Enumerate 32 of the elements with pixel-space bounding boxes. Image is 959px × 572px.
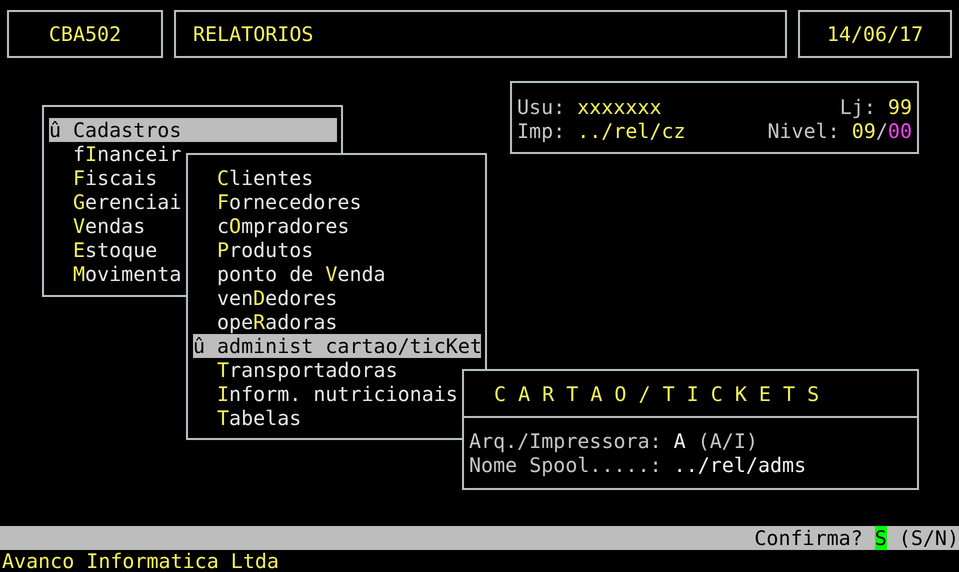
submenu-item[interactable]: Produtos [193, 238, 314, 262]
submenu-item[interactable]: Tabelas [193, 406, 302, 430]
submenu-item[interactable]: opeRadoras [193, 310, 338, 334]
menu-item[interactable]: Gerenciai [49, 190, 182, 214]
menu-item[interactable]: û Cadastros [49, 118, 337, 142]
confirm-options: (S/N) [898, 526, 959, 550]
company-name: Avanco Informatica Ltda [2, 549, 279, 572]
printer-field: Imp: ../rel/cz [517, 119, 686, 143]
menu-item[interactable]: fInanceir [49, 142, 182, 166]
program-code: CBA502 [48, 22, 122, 46]
screen-title: RELATORIOS [193, 22, 314, 46]
dialog-title: C A R T A O / T I C K E T S [494, 382, 820, 406]
submenu-item[interactable]: Inform. nutricionais [193, 382, 458, 406]
submenu-item[interactable]: Transportadoras [193, 358, 398, 382]
level-field: Nivel: 09/00 [767, 119, 912, 143]
submenu-item[interactable]: û administ cartao/ticKet [193, 334, 481, 358]
submenu-item[interactable]: cOmpradores [193, 214, 350, 238]
submenu-item[interactable]: Clientes [193, 166, 314, 190]
menu-item[interactable]: Fiscais [49, 166, 158, 190]
store-field: Lj: 99 [840, 95, 912, 119]
form-field: Arq./Impressora: A (A/I) [469, 429, 917, 453]
submenu-item[interactable]: Fornecedores [193, 190, 362, 214]
menu-item[interactable]: Estoque [49, 238, 158, 262]
confirm-answer-field[interactable]: S [874, 526, 887, 550]
submenu-item[interactable]: ponto de Venda [193, 262, 386, 286]
confirm-prompt: Confirma? [754, 526, 863, 550]
form-field: Nome Spool.....: ../rel/adms [469, 453, 917, 477]
date-text: 14/06/17 [826, 22, 924, 46]
user-field: Usu: xxxxxxx [517, 95, 662, 119]
menu-item[interactable]: Vendas [49, 214, 146, 238]
submenu-item[interactable]: venDedores [193, 286, 338, 310]
menu-item[interactable]: Movimenta [49, 262, 182, 286]
